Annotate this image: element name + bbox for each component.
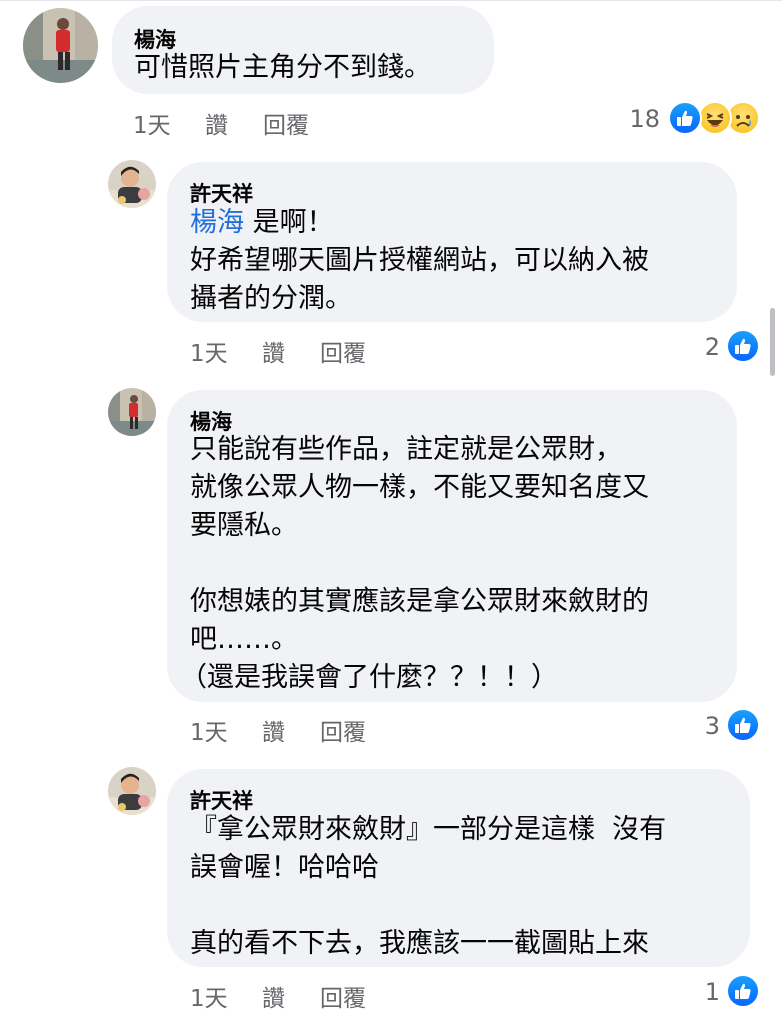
reply-button[interactable]: 回覆 [320,979,366,1013]
avatar[interactable] [108,160,156,208]
comment-timestamp[interactable]: 1天 [133,106,171,140]
comment-line: 吧……。 [190,624,298,655]
scrollbar-thumb[interactable] [770,308,775,376]
comment-line: 真的看不下去，我應該一一截圖貼上來 [190,928,649,959]
reaction-count[interactable]: 2 [690,333,720,361]
avatar[interactable] [108,767,156,815]
mention-link[interactable]: 楊海 [190,207,244,238]
comment-line: 只能說有些作品，註定就是公眾財， [190,434,622,465]
like-icon[interactable] [726,329,760,363]
top-divider [0,0,782,1]
reaction-count[interactable]: 1 [690,978,720,1006]
comment-text: 楊海 是啊！ 好希望哪天圖片授權網站，可以納入被 攝者的分潤。 [190,204,649,318]
like-button[interactable]: 讚 [262,713,285,747]
haha-icon[interactable] [698,101,732,135]
comment-timestamp[interactable]: 1天 [190,334,228,368]
comment-line: 攝者的分潤。 [190,283,352,314]
comment-line: 誤會喔！哈哈哈 [190,852,379,883]
comment-timestamp[interactable]: 1天 [190,713,228,747]
comment-line: 是啊！ [244,207,334,238]
comment-text: 可惜照片主角分不到錢。 [134,49,431,87]
like-icon[interactable] [726,974,760,1008]
like-icon[interactable] [726,708,760,742]
reply-button[interactable]: 回覆 [320,713,366,747]
comment-text: 『拿公眾財來斂財』一部分是這樣 沒有 誤會喔！哈哈哈 真的看不下去，我應該一一截… [190,811,666,963]
comment-line: 可惜照片主角分不到錢。 [134,52,431,83]
like-button[interactable]: 讚 [205,106,228,140]
avatar[interactable] [108,388,156,436]
comment-timestamp[interactable]: 1天 [190,979,228,1013]
reply-button[interactable]: 回覆 [320,334,366,368]
like-icon[interactable] [668,101,702,135]
comment-line [190,887,666,925]
like-button[interactable]: 讚 [262,979,285,1013]
comment-line [190,545,649,583]
reaction-count[interactable]: 3 [690,712,720,740]
comment-line: 好希望哪天圖片授權網站，可以納入被 [190,245,649,276]
comment-line: 要隱私。 [190,510,298,541]
like-button[interactable]: 讚 [262,334,285,368]
comment-text: 只能說有些作品，註定就是公眾財， 就像公眾人物一樣，不能又要知名度又 要隱私。 … [180,431,649,697]
comment-line: 『拿公眾財來斂財』一部分是這樣 沒有 [190,814,667,845]
comment-line: 就像公眾人物一樣，不能又要知名度又 [190,472,649,503]
reaction-count[interactable]: 18 [620,105,660,133]
reply-button[interactable]: 回覆 [263,106,309,140]
avatar[interactable] [23,8,98,83]
comment-line: （還是我誤會了什麼？？！！） [180,662,558,693]
comment-line: 你想婊的其實應該是拿公眾財來斂財的 [190,586,649,617]
